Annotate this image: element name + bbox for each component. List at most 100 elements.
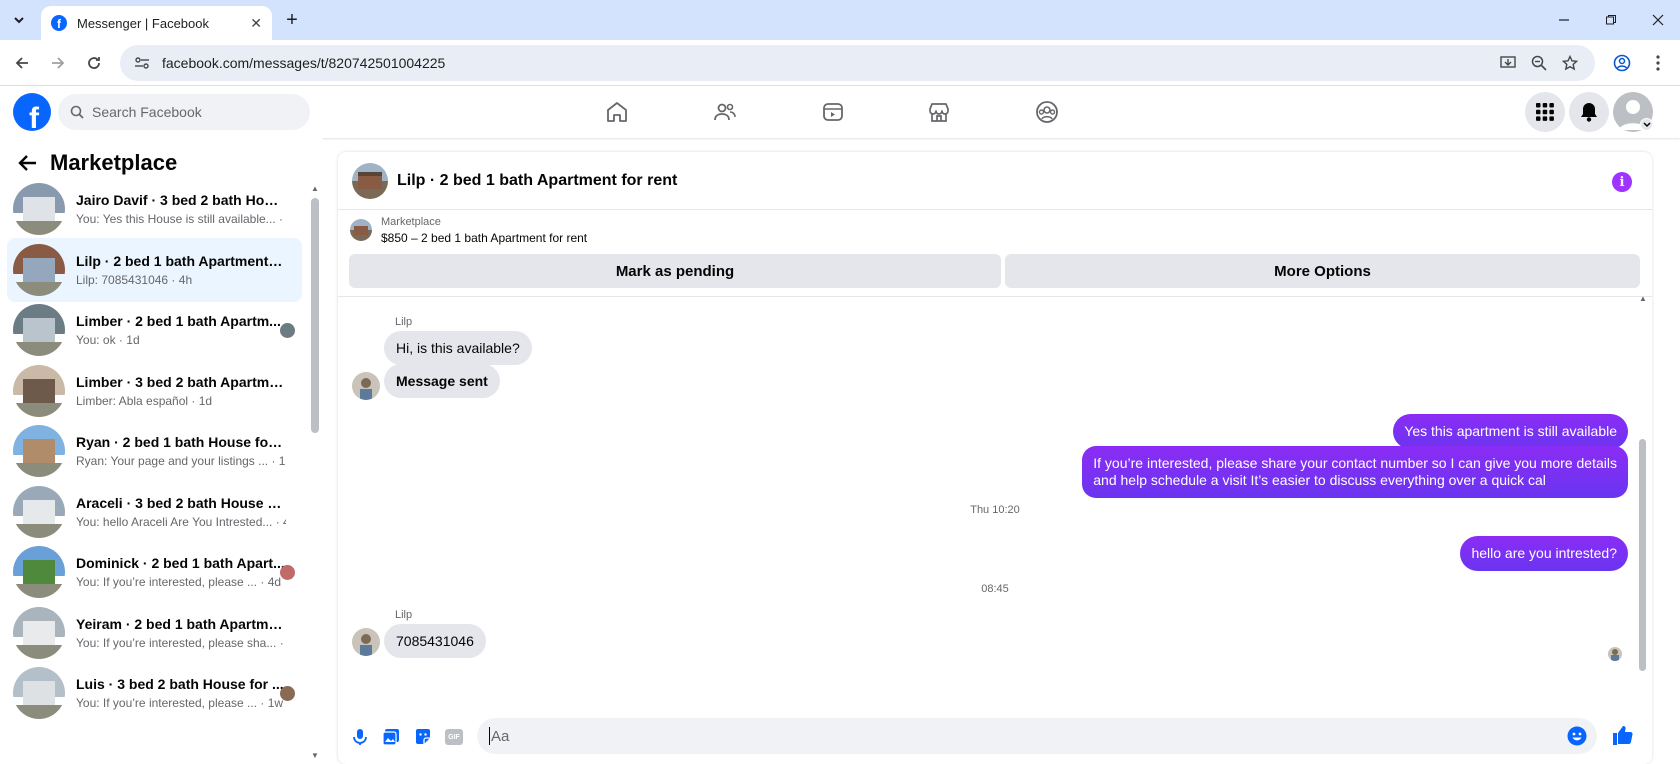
restore-button[interactable]: [1597, 6, 1625, 34]
conversation-item[interactable]: Araceli · 3 bed 2 bath House for... You: …: [7, 480, 302, 544]
conversation-preview: You: Yes this House is still available..…: [76, 212, 286, 226]
preview-text: Limber: Abla español: [76, 393, 189, 408]
gif-label: GIF: [445, 729, 463, 745]
arrow-left-icon: [15, 57, 28, 69]
install-app-icon[interactable]: [1498, 53, 1518, 73]
conversation-avatar: [13, 485, 65, 538]
search-icon: [70, 105, 84, 119]
outgoing-message[interactable]: hello are you intrested?: [1460, 536, 1628, 571]
outgoing-message[interactable]: If you’re interested, please share your …: [1082, 446, 1628, 498]
chat-avatar[interactable]: [352, 162, 388, 199]
sidebar-scroll-down-icon[interactable]: ▼: [311, 751, 319, 760]
listing-title: $850 – 2 bed 1 bath Apartment for rent: [381, 230, 588, 245]
profile-button[interactable]: [1608, 49, 1636, 77]
preview-time: 1d: [126, 333, 140, 347]
new-tab-button[interactable]: +: [278, 6, 306, 34]
kebab-menu-icon: [1656, 55, 1660, 71]
menu-grid-button[interactable]: [1525, 92, 1565, 132]
conversation-preview: Limber: Abla español · 1d: [76, 394, 286, 408]
facebook-header: f Search Facebook: [0, 86, 1680, 138]
mark-as-pending-button[interactable]: Mark as pending: [349, 254, 1001, 288]
conversation-avatar: [13, 606, 65, 659]
sender-avatar[interactable]: [352, 372, 380, 400]
search-facebook-input[interactable]: Search Facebook: [58, 94, 310, 130]
notifications-button[interactable]: [1569, 92, 1609, 132]
minimize-button[interactable]: [1550, 6, 1578, 34]
video-nav-icon[interactable]: [819, 98, 847, 126]
preview-time: 1d: [198, 393, 213, 408]
incoming-message[interactable]: 7085431046: [384, 624, 486, 658]
thread-scroll-up-icon[interactable]: ▲: [1639, 294, 1647, 303]
outgoing-message[interactable]: Yes this apartment is still available: [1393, 414, 1628, 449]
preview-separator: ·: [188, 393, 199, 408]
conversation-item[interactable]: Dominick · 2 bed 1 bath Apart... You: If …: [7, 540, 302, 604]
message-composer: GIF Aa: [338, 708, 1652, 764]
seen-avatar: [280, 323, 295, 338]
timestamp: Thu 10:20: [970, 504, 1020, 516]
account-chevron-icon[interactable]: [1640, 118, 1653, 131]
message-input[interactable]: Aa: [477, 718, 1597, 754]
facebook-logo-icon[interactable]: f: [13, 93, 51, 131]
home-nav-icon[interactable]: [603, 98, 631, 126]
conversation-item[interactable]: Ryan · 2 bed 1 bath House for re... Ryan:…: [7, 419, 302, 483]
preview-separator: ·: [115, 333, 127, 347]
gif-icon[interactable]: GIF: [443, 726, 465, 748]
arrow-right-icon: [52, 57, 65, 69]
tab-search-button[interactable]: [5, 6, 33, 34]
zoom-icon[interactable]: [1529, 53, 1549, 73]
reload-icon: [88, 57, 100, 69]
sidebar-scrollbar[interactable]: [311, 198, 319, 433]
thumbs-up-icon[interactable]: [1611, 724, 1633, 746]
sidebar-title: Marketplace: [50, 150, 178, 175]
bookmark-star-icon[interactable]: [1560, 53, 1580, 73]
more-options-button[interactable]: More Options: [1005, 254, 1640, 288]
info-icon[interactable]: i: [1612, 172, 1632, 192]
browser-tab-bar: f Messenger | Facebook ✕ +: [0, 0, 1680, 40]
conversation-item[interactable]: Limber · 3 bed 2 bath Apartmen... Limber:…: [7, 359, 302, 423]
browser-menu-button[interactable]: [1644, 49, 1672, 77]
conversation-item[interactable]: Jairo Davif · 3 bed 2 bath House... You: …: [7, 177, 302, 241]
preview-separator: ·: [257, 575, 268, 589]
chat-title[interactable]: Lilp · 2 bed 1 bath Apartment for rent: [397, 172, 677, 190]
conversation-item[interactable]: Lilp · 2 bed 1 bath Apartment fo... Lilp:…: [7, 237, 302, 302]
browser-tab[interactable]: f Messenger | Facebook ✕: [41, 6, 272, 40]
emoji-icon[interactable]: [1567, 726, 1587, 750]
conversation-item[interactable]: Limber · 2 bed 1 bath Apartm... You: ok ·…: [7, 298, 302, 362]
close-tab-icon[interactable]: ✕: [250, 15, 262, 32]
conversation-item[interactable]: Luis · 3 bed 2 bath House for ... You: If…: [7, 661, 302, 725]
conversation-name: Limber · 3 bed 2 bath Apartmen...: [76, 373, 286, 390]
url-text: facebook.com/messages/t/820742501004225: [162, 55, 446, 71]
thread-scrollbar[interactable]: [1639, 439, 1646, 671]
incoming-message[interactable]: Message sent: [384, 364, 500, 398]
sender-avatar[interactable]: [352, 628, 380, 656]
omnibox[interactable]: facebook.com/messages/t/820742501004225: [120, 45, 1595, 81]
site-settings-icon[interactable]: [134, 55, 150, 71]
sidebar-header: Marketplace: [18, 150, 177, 176]
incoming-message[interactable]: Hi, is this available?: [384, 331, 532, 365]
sticker-icon[interactable]: [412, 726, 434, 748]
caret: [489, 727, 490, 745]
address-bar-row: facebook.com/messages/t/820742501004225: [0, 40, 1680, 86]
conversation-preview: You: If you’re interested, please ... · …: [76, 696, 286, 710]
chat-panel: Lilp · 2 bed 1 bath Apartment for rent i…: [338, 152, 1652, 764]
microphone-icon[interactable]: [349, 726, 371, 748]
chevron-down-icon: [14, 17, 24, 24]
sidebar-scroll-up-icon[interactable]: ▲: [311, 184, 319, 193]
conversation-item[interactable]: Yeiram · 2 bed 1 bath Apartment... You: I…: [7, 601, 302, 665]
preview-text: You: Yes this House is still available..…: [76, 212, 276, 226]
preview-separator: ·: [275, 212, 286, 226]
reload-button[interactable]: [80, 49, 108, 77]
message-sender: Lilp: [395, 316, 413, 328]
forward-button[interactable]: [44, 49, 72, 77]
close-window-button[interactable]: [1644, 6, 1672, 34]
marketplace-nav-icon[interactable]: [925, 98, 953, 126]
marketplace-listing-bar[interactable]: Marketplace $850 – 2 bed 1 bath Apartmen…: [338, 211, 1652, 249]
friends-nav-icon[interactable]: [711, 98, 739, 126]
back-arrow-icon[interactable]: [18, 154, 38, 172]
conversation-sidebar: Marketplace Jairo Davif · 3 bed 2 bath H…: [0, 138, 323, 764]
photo-icon[interactable]: [380, 726, 402, 748]
preview-time: 4d: [283, 515, 286, 529]
preview-text: You: If you’re interested, please sha...: [76, 635, 277, 650]
groups-nav-icon[interactable]: [1033, 98, 1061, 126]
back-button[interactable]: [8, 49, 36, 77]
